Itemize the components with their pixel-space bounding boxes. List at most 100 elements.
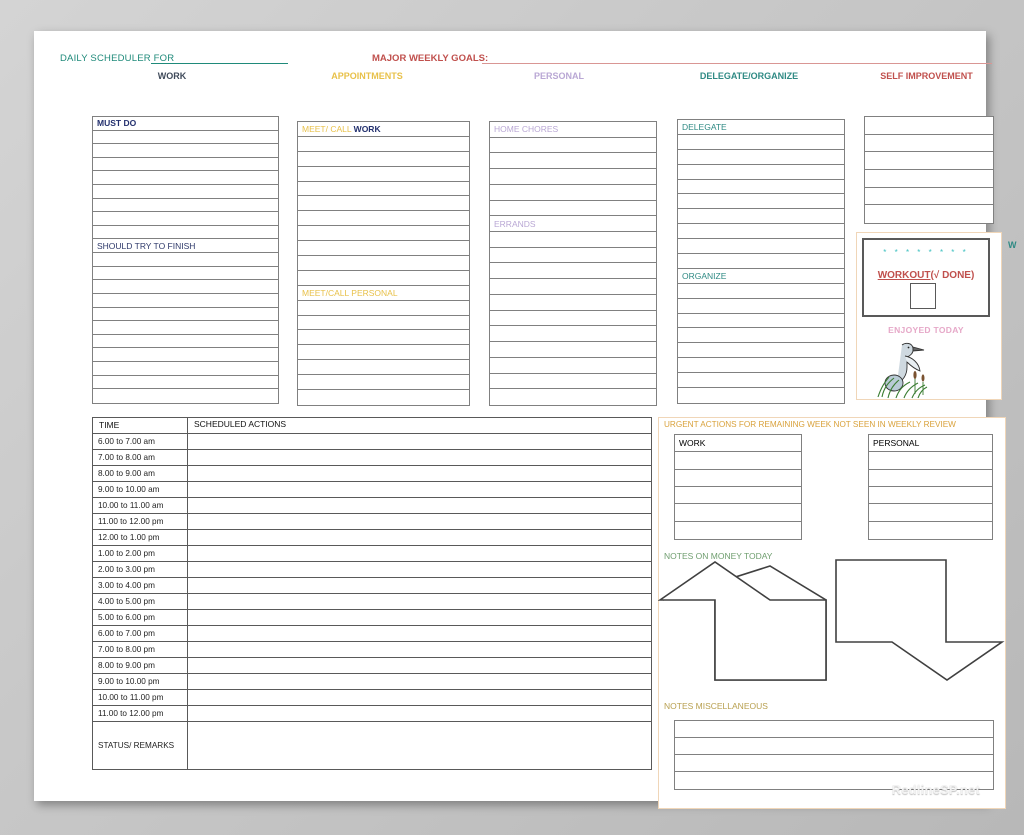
urgent-personal[interactable] (869, 487, 992, 505)
scheduled-action-input[interactable] (188, 594, 651, 609)
delegate[interactable] (678, 224, 844, 240)
organize[interactable] (678, 343, 844, 359)
work-must-do[interactable] (93, 226, 278, 240)
work-must-do[interactable] (93, 131, 278, 145)
work-should-try[interactable] (93, 321, 278, 335)
self-improvement-row[interactable] (865, 188, 993, 206)
urgent-work[interactable] (675, 470, 801, 487)
delegate[interactable] (678, 194, 844, 210)
appt-meet-call-work[interactable] (298, 271, 469, 286)
delegate[interactable] (678, 254, 844, 269)
scheduled-action-input[interactable] (188, 578, 651, 593)
urgent-work[interactable] (675, 522, 801, 539)
personal-errands[interactable] (490, 389, 656, 405)
scheduled-action-input[interactable] (188, 610, 651, 625)
delegate[interactable] (678, 209, 844, 225)
appt-meet-call-work[interactable] (298, 137, 469, 152)
work-should-try[interactable] (93, 253, 278, 267)
appt-meet-call-work[interactable] (298, 182, 469, 197)
personal-errands[interactable] (490, 326, 656, 343)
delegate[interactable] (678, 180, 844, 195)
delegate[interactable] (678, 239, 844, 255)
personal-errands[interactable] (490, 358, 656, 374)
organize[interactable] (678, 373, 844, 389)
personal-errands[interactable] (490, 279, 656, 295)
scheduled-action-input[interactable] (188, 546, 651, 561)
work-should-try[interactable] (93, 376, 278, 390)
self-improvement-row[interactable] (865, 205, 993, 223)
self-improvement-row[interactable] (865, 135, 993, 153)
work-must-do[interactable] (93, 199, 278, 213)
scheduled-action-input[interactable] (188, 626, 651, 641)
work-must-do[interactable] (93, 212, 278, 226)
personal-home-chores[interactable] (490, 153, 656, 170)
delegate[interactable] (678, 135, 844, 150)
delegate[interactable] (678, 150, 844, 165)
appt-meet-call-work[interactable] (298, 152, 469, 167)
misc-note-row[interactable] (675, 721, 993, 738)
appt-meet-call-personal[interactable] (298, 375, 469, 391)
appt-meet-call-work[interactable] (298, 211, 469, 227)
urgent-personal[interactable] (869, 470, 992, 487)
appt-meet-call-personal[interactable] (298, 390, 469, 405)
scheduled-action-input[interactable] (188, 674, 651, 689)
organize[interactable] (678, 284, 844, 299)
scheduled-action-input[interactable] (188, 690, 651, 705)
scheduled-action-input[interactable] (188, 706, 651, 721)
urgent-work[interactable] (675, 504, 801, 522)
misc-note-row[interactable] (675, 755, 993, 772)
organize[interactable] (678, 314, 844, 329)
appt-meet-call-work[interactable] (298, 226, 469, 242)
organize[interactable] (678, 299, 844, 314)
work-must-do[interactable] (93, 185, 278, 199)
work-must-do[interactable] (93, 158, 278, 172)
self-improvement-row[interactable] (865, 152, 993, 170)
work-should-try[interactable] (93, 267, 278, 281)
workout-done-checkbox[interactable] (910, 283, 936, 309)
work-must-do[interactable] (93, 171, 278, 186)
appt-meet-call-personal[interactable] (298, 301, 469, 316)
scheduled-action-input[interactable] (188, 562, 651, 577)
organize[interactable] (678, 328, 844, 344)
personal-home-chores[interactable] (490, 138, 656, 154)
scheduled-action-input[interactable] (188, 658, 651, 673)
scheduled-action-input[interactable] (188, 642, 651, 657)
urgent-work[interactable] (675, 487, 801, 505)
personal-errands[interactable] (490, 232, 656, 248)
appt-meet-call-personal[interactable] (298, 360, 469, 376)
urgent-work[interactable] (675, 452, 801, 470)
work-should-try[interactable] (93, 335, 278, 349)
appt-meet-call-work[interactable] (298, 256, 469, 271)
work-should-try[interactable] (93, 348, 278, 362)
urgent-personal[interactable] (869, 522, 992, 539)
personal-errands[interactable] (490, 311, 656, 327)
scheduled-action-input[interactable] (188, 530, 651, 545)
personal-errands[interactable] (490, 374, 656, 390)
scheduled-action-input[interactable] (188, 466, 651, 481)
self-improvement-row[interactable] (865, 170, 993, 188)
status-remarks-input[interactable] (188, 722, 651, 769)
personal-home-chores[interactable] (490, 185, 656, 201)
scheduled-action-input[interactable] (188, 434, 651, 449)
scheduled-action-input[interactable] (188, 514, 651, 529)
appt-meet-call-personal[interactable] (298, 316, 469, 331)
appt-meet-call-work[interactable] (298, 241, 469, 257)
appt-meet-call-personal[interactable] (298, 330, 469, 346)
appt-meet-call-work[interactable] (298, 167, 469, 182)
personal-errands[interactable] (490, 295, 656, 311)
urgent-personal[interactable] (869, 452, 992, 470)
personal-errands[interactable] (490, 342, 656, 358)
work-should-try[interactable] (93, 389, 278, 403)
work-should-try[interactable] (93, 362, 278, 376)
self-improvement-row[interactable] (865, 117, 993, 135)
scheduled-action-input[interactable] (188, 482, 651, 497)
scheduled-action-input[interactable] (188, 498, 651, 513)
misc-note-row[interactable] (675, 738, 993, 755)
personal-home-chores[interactable] (490, 169, 656, 185)
work-should-try[interactable] (93, 280, 278, 294)
urgent-personal[interactable] (869, 504, 992, 522)
personal-home-chores[interactable] (490, 201, 656, 217)
personal-errands[interactable] (490, 248, 656, 264)
appt-meet-call-work[interactable] (298, 196, 469, 212)
work-should-try[interactable] (93, 294, 278, 308)
